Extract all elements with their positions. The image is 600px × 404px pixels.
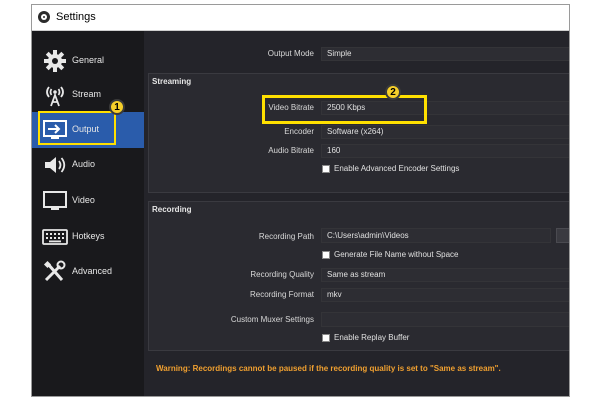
- replay-buffer-label: Enable Replay Buffer: [334, 333, 410, 342]
- generate-filename-label: Generate File Name without Space: [334, 250, 459, 259]
- recording-path-input[interactable]: C:\Users\admin\Videos: [321, 228, 551, 243]
- settings-sidebar: General Stream Output Audio Video Hotkey…: [32, 31, 144, 396]
- encoder-select[interactable]: Software (x264): [321, 125, 569, 139]
- sidebar-item-label: Stream: [72, 89, 102, 99]
- sidebar-item-general[interactable]: General: [32, 43, 144, 79]
- custom-muxer-input[interactable]: [321, 312, 569, 327]
- advanced-encoder-checkbox[interactable]: [322, 165, 330, 173]
- output-settings-panel: Output Mode Simple Streaming Video Bitra…: [144, 31, 569, 396]
- title-bar: Settings: [32, 5, 569, 31]
- recording-format-label: Recording Format: [249, 290, 314, 299]
- recording-format-select[interactable]: mkv: [321, 288, 569, 302]
- sidebar-item-label: Video: [72, 195, 95, 205]
- generate-filename-checkbox[interactable]: [322, 251, 330, 259]
- streaming-section-title: Streaming: [152, 77, 192, 86]
- video-bitrate-highlight-box: [262, 95, 427, 124]
- obs-logo-icon: [38, 11, 50, 23]
- recording-path-label: Recording Path: [258, 232, 314, 241]
- recording-quality-label: Recording Quality: [250, 270, 314, 279]
- encoder-label: Encoder: [284, 127, 314, 136]
- advanced-encoder-label: Enable Advanced Encoder Settings: [334, 164, 460, 173]
- monitor-icon: [43, 191, 67, 210]
- settings-window: Settings General Stream Output Audio Vid…: [31, 4, 570, 397]
- output-highlight-box: [38, 111, 116, 145]
- gear-icon: [44, 50, 66, 72]
- audio-bitrate-select[interactable]: 160: [321, 144, 569, 158]
- output-mode-label: Output Mode: [267, 49, 314, 58]
- browse-button[interactable]: Browse: [556, 228, 569, 243]
- output-mode-select[interactable]: Simple: [321, 47, 569, 61]
- replay-buffer-checkbox[interactable]: [322, 334, 330, 342]
- sidebar-item-video[interactable]: Video: [32, 183, 144, 219]
- recording-section-title: Recording: [152, 205, 192, 214]
- sidebar-item-stream[interactable]: Stream: [32, 77, 144, 113]
- window-title: Settings: [56, 11, 96, 23]
- keyboard-icon: [42, 229, 68, 245]
- custom-muxer-label: Custom Muxer Settings: [230, 315, 314, 324]
- sidebar-item-advanced[interactable]: Advanced: [32, 254, 144, 290]
- sidebar-item-label: Audio: [72, 159, 96, 169]
- step-badge-2: 2: [385, 84, 401, 100]
- warning-message: Warning: Recordings cannot be paused if …: [156, 364, 501, 373]
- step-badge-1: 1: [109, 99, 125, 115]
- sidebar-item-label: General: [72, 55, 105, 65]
- speaker-icon: [45, 157, 66, 173]
- audio-bitrate-label: Audio Bitrate: [268, 146, 314, 155]
- tools-icon: [43, 260, 66, 282]
- sidebar-item-hotkeys[interactable]: Hotkeys: [32, 219, 144, 255]
- sidebar-item-audio[interactable]: Audio: [32, 147, 144, 183]
- sidebar-item-label: Advanced: [72, 266, 113, 276]
- recording-quality-select[interactable]: Same as stream: [321, 268, 569, 282]
- broadcast-icon: [46, 86, 64, 107]
- sidebar-item-label: Hotkeys: [72, 231, 105, 241]
